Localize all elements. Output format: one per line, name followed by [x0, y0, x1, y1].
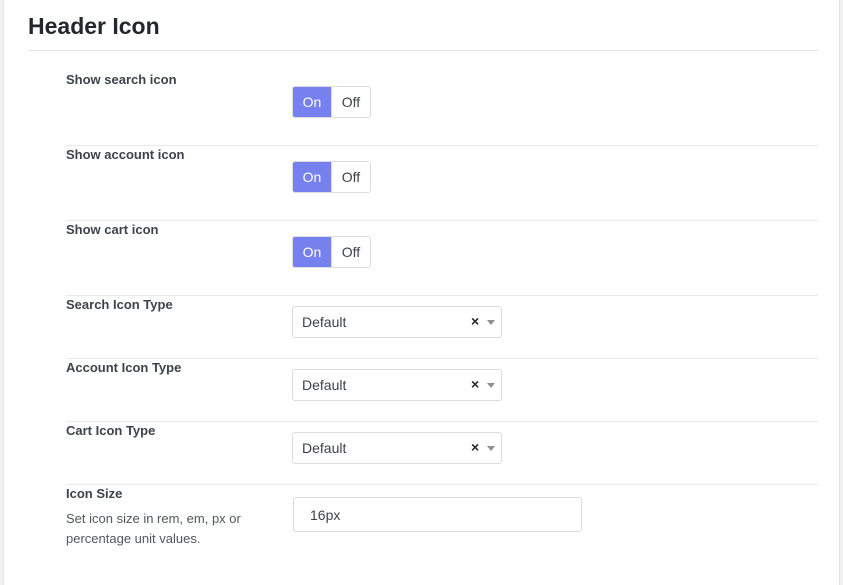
title-divider — [28, 50, 818, 51]
row-divider — [66, 220, 818, 221]
show-account-icon-off-button[interactable]: Off — [331, 162, 370, 192]
section-title: Header Icon — [28, 13, 160, 39]
chevron-down-icon[interactable] — [487, 446, 495, 451]
show-cart-icon-on-button[interactable]: On — [293, 237, 331, 267]
icon-size-label: Icon Size — [66, 486, 123, 501]
chevron-down-icon[interactable] — [487, 320, 495, 325]
account-icon-type-value: Default — [302, 377, 347, 393]
cart-icon-type-value: Default — [302, 440, 347, 456]
show-account-icon-on-button[interactable]: On — [293, 162, 331, 192]
show-cart-icon-label: Show cart icon — [66, 222, 159, 237]
search-icon-type-label: Search Icon Type — [66, 297, 173, 312]
search-icon-type-value: Default — [302, 314, 347, 330]
row-divider — [66, 295, 818, 296]
show-cart-icon-off-button[interactable]: Off — [331, 237, 370, 267]
show-account-icon-toggle: On Off — [292, 161, 371, 193]
cart-icon-type-select[interactable]: Default × — [292, 432, 502, 464]
row-divider — [66, 421, 818, 422]
clear-icon[interactable]: × — [471, 313, 479, 329]
row-divider — [66, 145, 818, 146]
search-icon-type-select[interactable]: Default × — [292, 306, 502, 338]
account-icon-type-label: Account Icon Type — [66, 360, 182, 375]
account-icon-type-select[interactable]: Default × — [292, 369, 502, 401]
show-search-icon-off-button[interactable]: Off — [331, 87, 370, 117]
icon-size-input[interactable] — [293, 497, 582, 532]
show-search-icon-on-button[interactable]: On — [293, 87, 331, 117]
show-search-icon-label: Show search icon — [66, 72, 177, 87]
chevron-down-icon[interactable] — [487, 383, 495, 388]
show-cart-icon-toggle: On Off — [292, 236, 371, 268]
cart-icon-type-label: Cart Icon Type — [66, 423, 156, 438]
icon-size-description: Set icon size in rem, em, px or percenta… — [66, 511, 241, 546]
clear-icon[interactable]: × — [471, 439, 479, 455]
clear-icon[interactable]: × — [471, 376, 479, 392]
frame-edge-right — [839, 0, 843, 585]
row-divider — [66, 358, 818, 359]
row-divider — [66, 484, 818, 485]
show-search-icon-toggle: On Off — [292, 86, 371, 118]
show-account-icon-label: Show account icon — [66, 147, 185, 162]
frame-edge-left — [0, 0, 4, 585]
